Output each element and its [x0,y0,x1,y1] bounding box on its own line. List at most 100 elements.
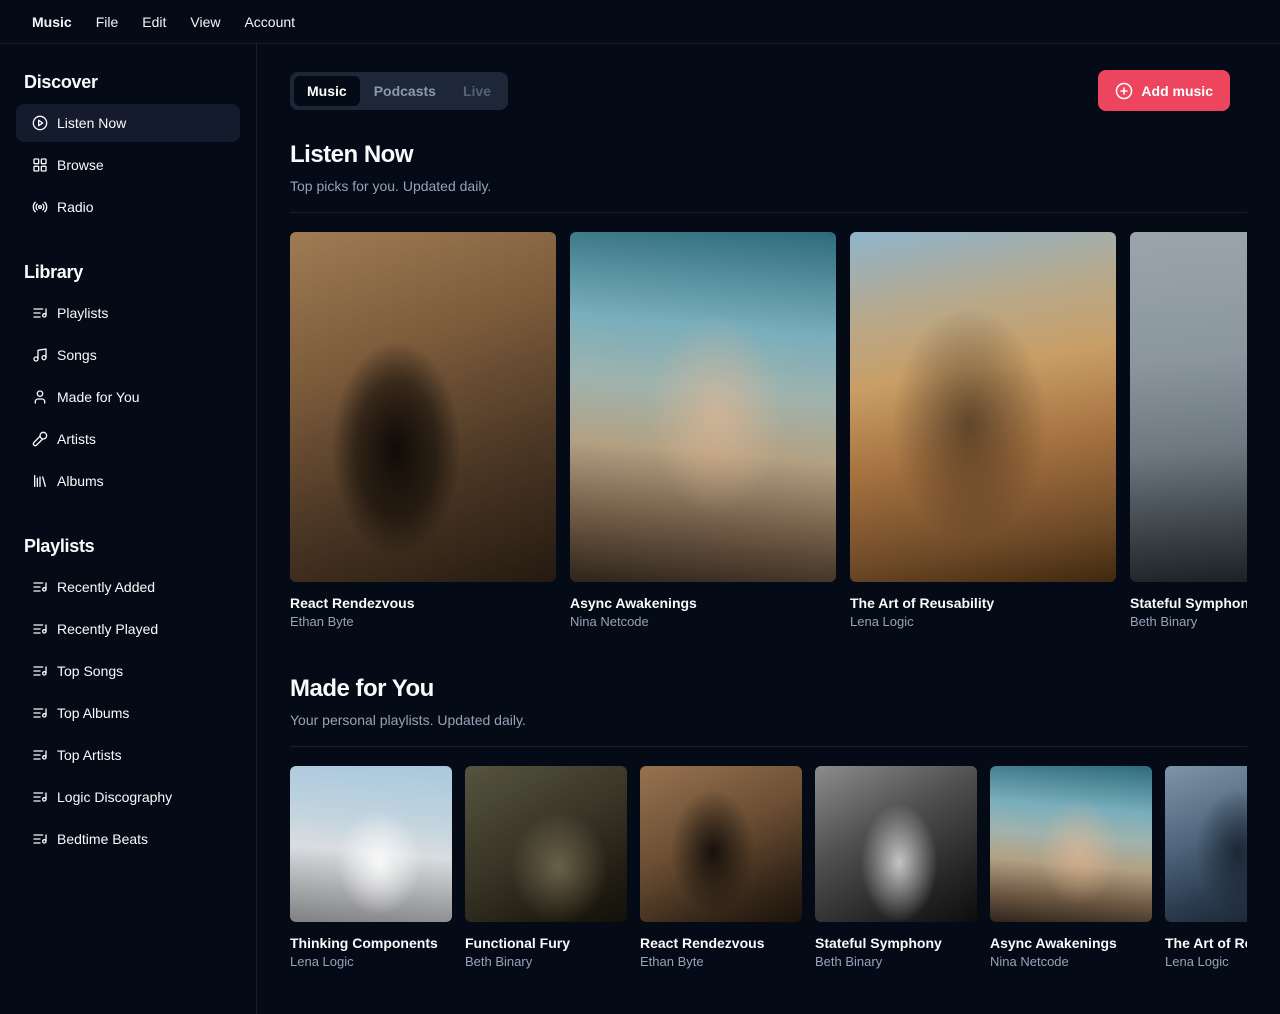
library-icon [32,473,48,489]
play-circle-icon [32,115,48,131]
sidebar-item-recently-added[interactable]: Recently Added [16,568,240,606]
tab-live: Live [450,76,504,106]
sidebar-item-label: Radio [57,199,94,215]
album-art [465,766,627,922]
album-card[interactable]: Functional Fury Beth Binary [465,766,627,969]
album-title: Async Awakenings [570,595,836,611]
plus-circle-icon [1115,82,1133,100]
app-shell: Discover Listen Now Browse Radio Library… [0,44,1280,1014]
album-card[interactable]: The Art of Reusability Lena Logic [850,232,1116,629]
list-music-icon [32,621,48,637]
album-card[interactable]: The Art of Reusability Lena Logic [1165,766,1247,969]
sidebar-item-label: Playlists [57,305,108,321]
album-title: The Art of Reusability [1165,935,1247,951]
separator [290,746,1247,747]
menubar-item-account[interactable]: Account [232,8,307,36]
section-subtitle: Top picks for you. Updated daily. [290,177,1247,195]
section-title: Made for You [290,675,1247,703]
list-music-icon [32,663,48,679]
sidebar-section-title: Discover [16,68,240,96]
section-listen-now: Listen Now Top picks for you. Updated da… [290,141,1247,629]
album-art [290,766,452,922]
tab-podcasts[interactable]: Podcasts [361,76,449,106]
card-row: React Rendezvous Ethan Byte Async Awaken… [290,232,1247,629]
sidebar-item-listen-now[interactable]: Listen Now [16,104,240,142]
album-artist: Beth Binary [465,954,627,969]
sidebar-item-label: Artists [57,431,96,447]
tab-music[interactable]: Music [294,76,360,106]
album-artist: Beth Binary [815,954,977,969]
album-title: React Rendezvous [640,935,802,951]
album-artist: Ethan Byte [640,954,802,969]
album-title: Async Awakenings [990,935,1152,951]
add-music-button[interactable]: Add music [1098,70,1230,111]
list-music-icon [32,747,48,763]
sections-container: Listen Now Top picks for you. Updated da… [290,141,1247,969]
album-art [290,232,556,582]
sidebar-item-top-songs[interactable]: Top Songs [16,652,240,690]
menubar-item-file[interactable]: File [84,8,131,36]
list-music-icon [32,705,48,721]
sidebar-item-label: Browse [57,157,104,173]
sidebar-item-label: Listen Now [57,115,126,131]
album-card[interactable]: Async Awakenings Nina Netcode [990,766,1152,969]
sidebar-item-browse[interactable]: Browse [16,146,240,184]
sidebar-item-made-for-you[interactable]: Made for You [16,378,240,416]
sidebar-item-label: Top Songs [57,663,123,679]
sidebar-item-artists[interactable]: Artists [16,420,240,458]
sidebar-item-recently-played[interactable]: Recently Played [16,610,240,648]
main-content: MusicPodcastsLive Add music Listen Now T… [257,44,1280,1014]
sidebar-section-title: Library [16,258,240,286]
card-row: Thinking Components Lena Logic Functiona… [290,766,1247,969]
sidebar-item-logic-discography[interactable]: Logic Discography [16,778,240,816]
sidebar-item-top-artists[interactable]: Top Artists [16,736,240,774]
sidebar-item-songs[interactable]: Songs [16,336,240,374]
menubar-item-view[interactable]: View [178,8,232,36]
sidebar-section-items: Listen Now Browse Radio [16,104,240,226]
menubar-item-music[interactable]: Music [20,8,84,36]
album-art [990,766,1152,922]
sidebar-section-items: Recently Added Recently Played Top Songs… [16,568,240,858]
menubar: MusicFileEditViewAccount [0,0,1280,44]
album-card[interactable]: Thinking Components Lena Logic [290,766,452,969]
album-card[interactable]: React Rendezvous Ethan Byte [640,766,802,969]
album-artist: Beth Binary [1130,614,1247,629]
section-subtitle: Your personal playlists. Updated daily. [290,711,1247,729]
sidebar-item-label: Recently Added [57,579,155,595]
sidebar: Discover Listen Now Browse Radio Library… [0,44,257,1014]
album-art [570,232,836,582]
sidebar-section-items: Playlists Songs Made for You Artists Alb… [16,294,240,500]
music-note-icon [32,347,48,363]
sidebar-item-top-albums[interactable]: Top Albums [16,694,240,732]
album-title: Functional Fury [465,935,627,951]
album-artist: Nina Netcode [990,954,1152,969]
section-title: Listen Now [290,141,1247,169]
list-music-icon [32,305,48,321]
album-title: Stateful Symphony [815,935,977,951]
album-art [640,766,802,922]
sidebar-item-label: Recently Played [57,621,158,637]
album-artist: Nina Netcode [570,614,836,629]
header-row: MusicPodcastsLive Add music [290,70,1247,111]
sidebar-item-label: Top Artists [57,747,122,763]
sidebar-item-label: Top Albums [57,705,129,721]
menubar-item-edit[interactable]: Edit [130,8,178,36]
sidebar-item-playlists[interactable]: Playlists [16,294,240,332]
sidebar-section: Discover Listen Now Browse Radio [16,68,240,226]
sidebar-item-albums[interactable]: Albums [16,462,240,500]
tabs-strip: MusicPodcastsLive [290,72,508,110]
sidebar-item-bedtime-beats[interactable]: Bedtime Beats [16,820,240,858]
album-card[interactable]: Stateful Symphony Beth Binary [1130,232,1247,629]
add-music-label: Add music [1141,83,1213,99]
sidebar-item-label: Songs [57,347,97,363]
album-art [850,232,1116,582]
list-music-icon [32,579,48,595]
album-card[interactable]: Async Awakenings Nina Netcode [570,232,836,629]
album-card[interactable]: Stateful Symphony Beth Binary [815,766,977,969]
sidebar-item-radio[interactable]: Radio [16,188,240,226]
album-artist: Lena Logic [1165,954,1247,969]
album-card[interactable]: React Rendezvous Ethan Byte [290,232,556,629]
album-artist: Lena Logic [850,614,1116,629]
sidebar-section: Library Playlists Songs Made for You Art… [16,258,240,500]
album-title: The Art of Reusability [850,595,1116,611]
